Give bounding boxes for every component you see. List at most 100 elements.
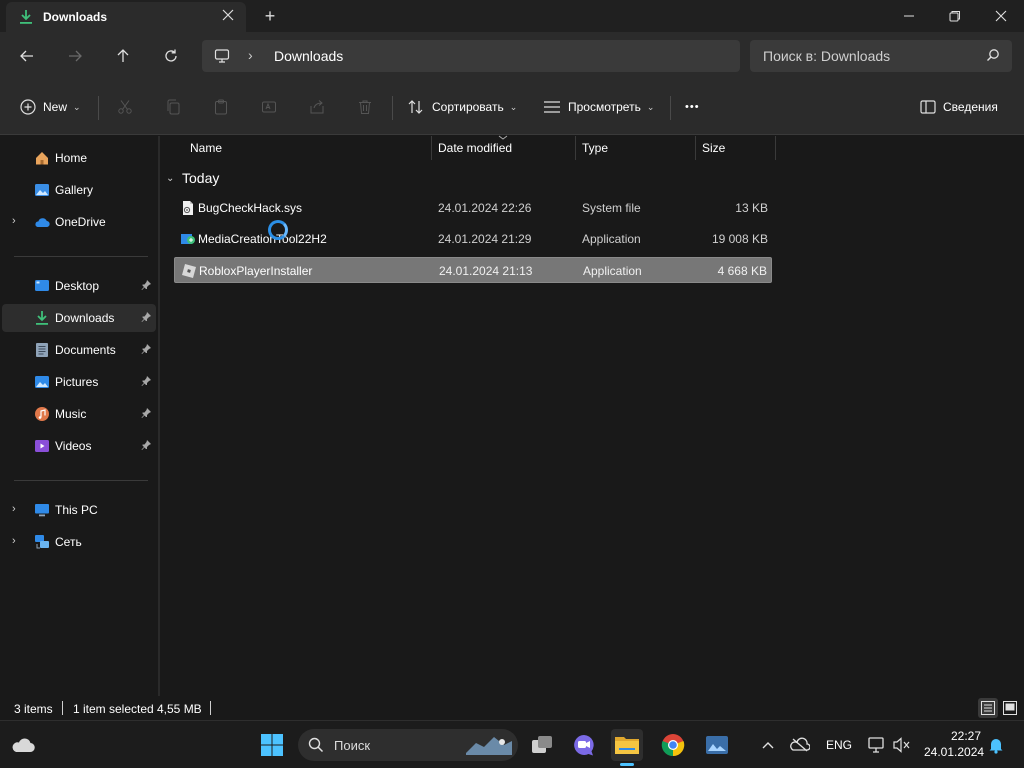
delete-icon[interactable] (355, 97, 375, 117)
file-date: 24.01.2024 21:13 (439, 264, 533, 278)
sidebar-item-music[interactable]: Music (2, 400, 156, 428)
tab-downloads[interactable]: Downloads (6, 2, 246, 32)
chevron-down-icon: ⌄ (646, 101, 655, 112)
sidebar-item-onedrive[interactable]: › OneDrive (2, 208, 156, 236)
photos-icon[interactable] (701, 729, 733, 761)
details-view-button[interactable] (978, 698, 998, 718)
computer-icon (214, 48, 230, 67)
gallery-icon (34, 182, 50, 198)
new-button[interactable]: New ⌄ (20, 95, 81, 119)
details-label: Сведения (943, 100, 998, 114)
column-header-type[interactable]: Type (582, 141, 608, 165)
sidebar-item-videos[interactable]: Videos (2, 432, 156, 460)
group-header-today[interactable]: ⌄ Today (166, 170, 219, 186)
home-icon (34, 150, 50, 166)
sidebar-item-label: Сеть (55, 535, 82, 549)
more-options-button[interactable]: ••• (685, 95, 700, 119)
refresh-icon (165, 49, 177, 62)
close-tab-icon[interactable] (220, 8, 236, 24)
sidebar-item-downloads[interactable]: Downloads (2, 304, 156, 332)
divider (98, 96, 99, 120)
column-divider[interactable] (695, 136, 696, 160)
breadcrumb[interactable]: Downloads (274, 48, 343, 64)
copy-icon[interactable] (163, 97, 183, 117)
sidebar-item-desktop[interactable]: Desktop (2, 272, 156, 300)
notification-bell-icon[interactable] (980, 729, 1012, 761)
sidebar-item-documents[interactable]: Documents (2, 336, 156, 364)
pin-icon[interactable] (140, 439, 152, 451)
taskbar-search[interactable]: Поиск (298, 729, 518, 761)
column-divider[interactable] (775, 136, 776, 160)
teams-chat-icon[interactable] (568, 729, 600, 761)
task-view-icon[interactable] (526, 729, 558, 761)
divider (210, 701, 211, 715)
address-bar[interactable]: › Downloads (202, 40, 740, 72)
sidebar-item-gallery[interactable]: Gallery (2, 176, 156, 204)
this-pc-icon (34, 502, 50, 518)
music-icon (34, 406, 50, 422)
details-button[interactable]: Сведения (920, 95, 998, 119)
search-highlight-icon (466, 737, 512, 755)
taskbar: Поиск ENG 22:27 24.01.2024 (0, 720, 1024, 768)
chevron-right-icon[interactable]: › (12, 535, 16, 547)
view-button[interactable]: Просмотреть ⌄ (543, 95, 654, 119)
column-divider[interactable] (431, 136, 432, 160)
pin-icon[interactable] (140, 407, 152, 419)
arrow-up-icon (117, 49, 129, 62)
chevron-down-icon: ⌄ (509, 101, 518, 112)
clock-date[interactable]: 24.01.2024 (924, 745, 984, 759)
file-type: Application (583, 264, 642, 278)
paste-icon[interactable] (211, 97, 231, 117)
table-row-selected[interactable]: RobloxPlayerInstaller 24.01.2024 21:13 A… (174, 257, 772, 283)
close-window-button[interactable] (978, 0, 1024, 32)
start-button[interactable] (256, 729, 288, 761)
file-explorer-taskbar-icon[interactable] (611, 729, 643, 766)
up-button[interactable] (111, 44, 135, 68)
network-status-icon[interactable] (784, 729, 816, 761)
sidebar-item-label: Gallery (55, 183, 94, 197)
weather-widget-icon[interactable] (7, 729, 39, 761)
pin-icon[interactable] (140, 279, 152, 291)
search-icon[interactable] (986, 48, 1000, 65)
sidebar-item-home[interactable]: Home (2, 144, 156, 172)
sort-chevron-icon (498, 135, 508, 140)
table-row[interactable]: MediaCreationTool22H2 24.01.2024 21:29 A… (174, 226, 772, 252)
sidebar-item-pictures[interactable]: Pictures (2, 368, 156, 396)
sort-button[interactable]: Сортировать ⌄ (407, 95, 517, 119)
sidebar-item-this-pc[interactable]: › This PC (2, 496, 156, 524)
chevron-right-icon[interactable]: › (12, 503, 16, 515)
column-header-name[interactable]: Name (190, 141, 222, 165)
pin-icon[interactable] (140, 311, 152, 323)
pin-icon[interactable] (140, 343, 152, 355)
chevron-right-icon: › (248, 47, 253, 63)
search-input[interactable] (750, 40, 980, 72)
thumbnail-view-button[interactable] (1000, 698, 1020, 718)
file-name: BugCheckHack.sys (198, 201, 303, 215)
sidebar-item-network[interactable]: › Сеть (2, 528, 156, 556)
column-header-date[interactable]: Date modified (438, 141, 512, 165)
column-divider[interactable] (575, 136, 576, 160)
column-header-size[interactable]: Size (702, 141, 725, 165)
table-row[interactable]: BugCheckHack.sys 24.01.2024 22:26 System… (174, 195, 772, 221)
new-tab-button[interactable]: + (260, 6, 280, 26)
chevron-right-icon[interactable]: › (12, 215, 16, 227)
sidebar-item-label: Desktop (55, 279, 100, 293)
chevron-up-icon[interactable] (752, 729, 784, 761)
back-button[interactable] (15, 44, 39, 68)
minimize-button[interactable] (886, 0, 932, 32)
search-box[interactable] (750, 40, 1012, 72)
sort-icon (408, 100, 423, 114)
restore-button[interactable] (932, 0, 978, 32)
sidebar-item-label: Pictures (55, 375, 99, 389)
cut-icon[interactable] (115, 97, 135, 117)
chrome-icon[interactable] (657, 729, 689, 761)
forward-button[interactable] (63, 44, 87, 68)
share-icon[interactable] (307, 97, 327, 117)
language-indicator[interactable]: ENG (826, 738, 852, 752)
volume-muted-icon[interactable] (886, 729, 918, 761)
chevron-down-icon: ⌄ (73, 101, 81, 112)
clock-time[interactable]: 22:27 (951, 729, 981, 743)
rename-icon[interactable] (259, 97, 279, 117)
pin-icon[interactable] (140, 375, 152, 387)
refresh-button[interactable] (159, 44, 183, 68)
